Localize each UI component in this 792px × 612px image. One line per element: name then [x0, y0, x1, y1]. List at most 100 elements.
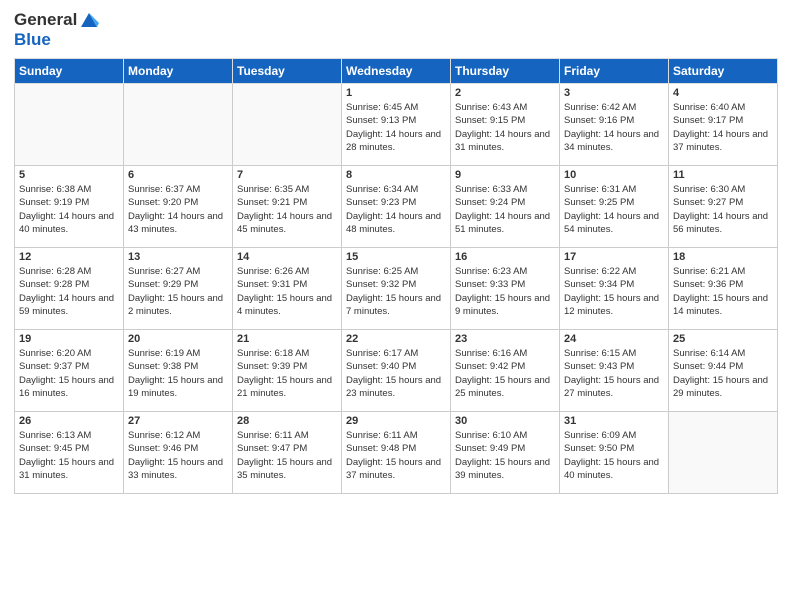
day-number: 8 — [346, 169, 446, 181]
calendar-cell: 4 Sunrise: 6:40 AM Sunset: 9:17 PM Dayli… — [669, 84, 778, 166]
day-number: 27 — [128, 415, 228, 427]
day-number: 2 — [455, 87, 555, 99]
logo: General Blue — [14, 10, 99, 50]
sunset-label: Sunset: 9:39 PM — [237, 361, 307, 372]
calendar-cell: 28 Sunrise: 6:11 AM Sunset: 9:47 PM Dayl… — [233, 412, 342, 494]
day-info: Sunrise: 6:38 AM Sunset: 9:19 PM Dayligh… — [19, 183, 119, 236]
calendar-cell: 30 Sunrise: 6:10 AM Sunset: 9:49 PM Dayl… — [451, 412, 560, 494]
day-number: 15 — [346, 251, 446, 263]
calendar-cell — [15, 84, 124, 166]
day-info: Sunrise: 6:22 AM Sunset: 9:34 PM Dayligh… — [564, 265, 664, 318]
header: General Blue — [14, 10, 778, 50]
sunrise-label: Sunrise: 6:25 AM — [346, 266, 418, 277]
day-info: Sunrise: 6:45 AM Sunset: 9:13 PM Dayligh… — [346, 101, 446, 154]
sunset-label: Sunset: 9:23 PM — [346, 197, 416, 208]
day-number: 31 — [564, 415, 664, 427]
daylight-label: Daylight: 15 hours and 2 minutes. — [128, 293, 223, 317]
sunset-label: Sunset: 9:49 PM — [455, 443, 525, 454]
calendar-cell: 24 Sunrise: 6:15 AM Sunset: 9:43 PM Dayl… — [560, 330, 669, 412]
day-number: 7 — [237, 169, 337, 181]
daylight-label: Daylight: 14 hours and 43 minutes. — [128, 211, 223, 235]
daylight-label: Daylight: 15 hours and 35 minutes. — [237, 457, 332, 481]
day-number: 26 — [19, 415, 119, 427]
calendar-cell: 18 Sunrise: 6:21 AM Sunset: 9:36 PM Dayl… — [669, 248, 778, 330]
calendar-cell: 26 Sunrise: 6:13 AM Sunset: 9:45 PM Dayl… — [15, 412, 124, 494]
day-number: 25 — [673, 333, 773, 345]
day-number: 5 — [19, 169, 119, 181]
sunrise-label: Sunrise: 6:10 AM — [455, 430, 527, 441]
day-number: 24 — [564, 333, 664, 345]
sunrise-label: Sunrise: 6:43 AM — [455, 102, 527, 113]
sunset-label: Sunset: 9:25 PM — [564, 197, 634, 208]
day-info: Sunrise: 6:35 AM Sunset: 9:21 PM Dayligh… — [237, 183, 337, 236]
daylight-label: Daylight: 15 hours and 33 minutes. — [128, 457, 223, 481]
day-info: Sunrise: 6:21 AM Sunset: 9:36 PM Dayligh… — [673, 265, 773, 318]
calendar-cell: 31 Sunrise: 6:09 AM Sunset: 9:50 PM Dayl… — [560, 412, 669, 494]
calendar-cell: 6 Sunrise: 6:37 AM Sunset: 9:20 PM Dayli… — [124, 166, 233, 248]
sunset-label: Sunset: 9:42 PM — [455, 361, 525, 372]
daylight-label: Daylight: 15 hours and 40 minutes. — [564, 457, 659, 481]
sunset-label: Sunset: 9:36 PM — [673, 279, 743, 290]
page-container: General Blue SundayMondayTuesdayWednesda… — [0, 0, 792, 504]
calendar-week-4: 19 Sunrise: 6:20 AM Sunset: 9:37 PM Dayl… — [15, 330, 778, 412]
sunrise-label: Sunrise: 6:26 AM — [237, 266, 309, 277]
daylight-label: Daylight: 15 hours and 31 minutes. — [19, 457, 114, 481]
day-number: 3 — [564, 87, 664, 99]
day-number: 22 — [346, 333, 446, 345]
day-number: 13 — [128, 251, 228, 263]
weekday-header-tuesday: Tuesday — [233, 59, 342, 84]
daylight-label: Daylight: 14 hours and 51 minutes. — [455, 211, 550, 235]
day-number: 1 — [346, 87, 446, 99]
sunset-label: Sunset: 9:45 PM — [19, 443, 89, 454]
day-info: Sunrise: 6:31 AM Sunset: 9:25 PM Dayligh… — [564, 183, 664, 236]
sunrise-label: Sunrise: 6:27 AM — [128, 266, 200, 277]
sunrise-label: Sunrise: 6:23 AM — [455, 266, 527, 277]
day-info: Sunrise: 6:11 AM Sunset: 9:47 PM Dayligh… — [237, 429, 337, 482]
sunset-label: Sunset: 9:29 PM — [128, 279, 198, 290]
day-number: 30 — [455, 415, 555, 427]
day-number: 17 — [564, 251, 664, 263]
calendar-table: SundayMondayTuesdayWednesdayThursdayFrid… — [14, 58, 778, 494]
sunrise-label: Sunrise: 6:19 AM — [128, 348, 200, 359]
daylight-label: Daylight: 15 hours and 27 minutes. — [564, 375, 659, 399]
calendar-cell: 27 Sunrise: 6:12 AM Sunset: 9:46 PM Dayl… — [124, 412, 233, 494]
sunset-label: Sunset: 9:28 PM — [19, 279, 89, 290]
sunset-label: Sunset: 9:48 PM — [346, 443, 416, 454]
sunset-label: Sunset: 9:31 PM — [237, 279, 307, 290]
daylight-label: Daylight: 15 hours and 39 minutes. — [455, 457, 550, 481]
daylight-label: Daylight: 14 hours and 45 minutes. — [237, 211, 332, 235]
calendar-cell: 10 Sunrise: 6:31 AM Sunset: 9:25 PM Dayl… — [560, 166, 669, 248]
daylight-label: Daylight: 15 hours and 9 minutes. — [455, 293, 550, 317]
calendar-cell: 8 Sunrise: 6:34 AM Sunset: 9:23 PM Dayli… — [342, 166, 451, 248]
daylight-label: Daylight: 14 hours and 28 minutes. — [346, 129, 441, 153]
sunrise-label: Sunrise: 6:12 AM — [128, 430, 200, 441]
calendar-cell: 7 Sunrise: 6:35 AM Sunset: 9:21 PM Dayli… — [233, 166, 342, 248]
sunrise-label: Sunrise: 6:21 AM — [673, 266, 745, 277]
day-info: Sunrise: 6:34 AM Sunset: 9:23 PM Dayligh… — [346, 183, 446, 236]
day-info: Sunrise: 6:25 AM Sunset: 9:32 PM Dayligh… — [346, 265, 446, 318]
sunset-label: Sunset: 9:20 PM — [128, 197, 198, 208]
daylight-label: Daylight: 14 hours and 56 minutes. — [673, 211, 768, 235]
sunset-label: Sunset: 9:27 PM — [673, 197, 743, 208]
daylight-label: Daylight: 15 hours and 16 minutes. — [19, 375, 114, 399]
sunrise-label: Sunrise: 6:30 AM — [673, 184, 745, 195]
sunrise-label: Sunrise: 6:34 AM — [346, 184, 418, 195]
sunset-label: Sunset: 9:16 PM — [564, 115, 634, 126]
sunrise-label: Sunrise: 6:11 AM — [346, 430, 418, 441]
sunrise-label: Sunrise: 6:45 AM — [346, 102, 418, 113]
daylight-label: Daylight: 14 hours and 59 minutes. — [19, 293, 114, 317]
weekday-header-wednesday: Wednesday — [342, 59, 451, 84]
daylight-label: Daylight: 14 hours and 54 minutes. — [564, 211, 659, 235]
weekday-header-monday: Monday — [124, 59, 233, 84]
sunset-label: Sunset: 9:13 PM — [346, 115, 416, 126]
day-number: 19 — [19, 333, 119, 345]
day-number: 6 — [128, 169, 228, 181]
weekday-header-saturday: Saturday — [669, 59, 778, 84]
weekday-header-row: SundayMondayTuesdayWednesdayThursdayFrid… — [15, 59, 778, 84]
day-number: 16 — [455, 251, 555, 263]
calendar-cell: 21 Sunrise: 6:18 AM Sunset: 9:39 PM Dayl… — [233, 330, 342, 412]
day-info: Sunrise: 6:30 AM Sunset: 9:27 PM Dayligh… — [673, 183, 773, 236]
sunset-label: Sunset: 9:40 PM — [346, 361, 416, 372]
sunset-label: Sunset: 9:32 PM — [346, 279, 416, 290]
day-info: Sunrise: 6:13 AM Sunset: 9:45 PM Dayligh… — [19, 429, 119, 482]
